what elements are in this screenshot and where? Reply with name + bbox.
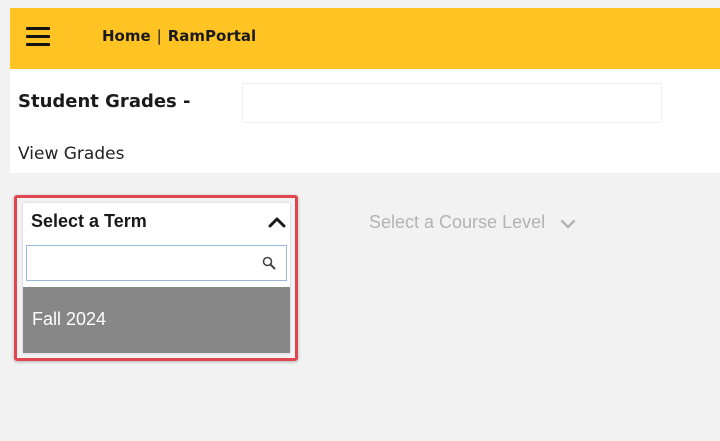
search-icon — [262, 256, 276, 270]
student-name-field — [242, 83, 662, 123]
course-level-label: Select a Course Level — [369, 212, 546, 232]
page-header-panel: Student Grades - View Grades — [10, 69, 720, 172]
term-search-box — [26, 245, 287, 281]
term-option-fall-2024[interactable]: Fall 2024 — [23, 287, 290, 353]
term-dropdown-label: Select a Term — [31, 211, 147, 231]
term-dropdown: Select a Term Fall 2024 — [23, 203, 290, 353]
breadcrumb-separator: | — [156, 27, 162, 45]
page-subtitle: View Grades — [18, 144, 125, 164]
breadcrumb-home-link[interactable]: Home — [102, 27, 151, 45]
term-search-input[interactable] — [31, 250, 255, 278]
hamburger-icon[interactable] — [26, 27, 50, 47]
breadcrumb: Home | RamPortal — [102, 27, 256, 45]
chevron-up-icon — [268, 217, 286, 228]
top-navigation-bar: Home | RamPortal — [10, 8, 720, 69]
term-option-label: Fall 2024 — [32, 309, 107, 329]
term-dropdown-toggle[interactable]: Select a Term — [31, 209, 286, 237]
chevron-down-icon — [561, 219, 576, 228]
section-divider — [10, 172, 720, 173]
breadcrumb-ramportal-link[interactable]: RamPortal — [168, 27, 256, 45]
page-title: Student Grades - — [18, 91, 191, 112]
course-level-dropdown[interactable]: Select a Course Level — [369, 212, 576, 238]
